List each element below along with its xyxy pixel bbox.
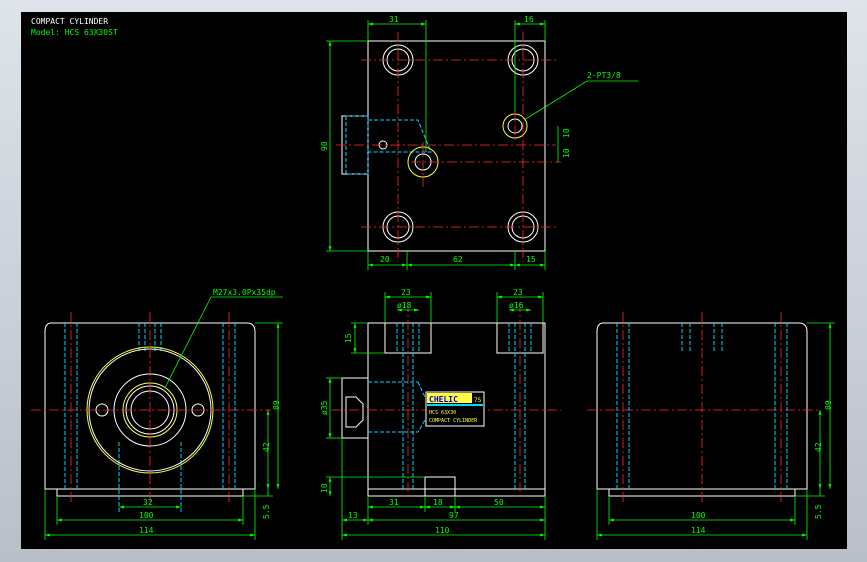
nameplate-brand: CHELIC — [429, 395, 458, 404]
top-view-body — [367, 40, 546, 252]
side-view: CHELIC 75 HCS 63X30 COMPACT CYLINDER 23 … — [320, 288, 561, 540]
drawing-svg: COMPACT CYLINDER Model: HCS 63X30ST 31 1… — [31, 15, 835, 540]
dim-side-10: 10 — [320, 483, 329, 493]
dim-right-114: 114 — [691, 526, 706, 535]
dim-side-d16: ø16 — [509, 301, 524, 310]
dim-side-18: 18 — [433, 498, 443, 507]
model-text: Model: HCS 63X30ST — [31, 28, 118, 37]
dim-bottom-20: 20 — [380, 255, 390, 264]
dim-side-31: 31 — [389, 498, 399, 507]
nameplate-line2: COMPACT CYLINDER — [429, 418, 478, 424]
callout-thread: M27x3.0Px35dp — [213, 288, 276, 297]
dim-top-16: 16 — [524, 15, 534, 24]
dim-side-97: 97 — [449, 511, 459, 520]
dim-side-15: 15 — [344, 333, 353, 343]
dim-right-100: 100 — [691, 511, 706, 520]
left-view: M27x3.0Px35dp 89 42 5.5 32 100 114 — [31, 288, 283, 540]
nameplate: CHELIC 75 HCS 63X30 COMPACT CYLINDER — [425, 391, 485, 427]
dim-side-23b: 23 — [513, 288, 523, 297]
dim-left-5: 5.5 — [262, 504, 271, 519]
dim-side-23a: 23 — [401, 288, 411, 297]
dim-side-d18: ø18 — [397, 301, 412, 310]
dim-right-42: 42 — [814, 442, 823, 452]
nameplate-line1: HCS 63X30 — [429, 410, 456, 416]
dim-bottom-15: 15 — [526, 255, 536, 264]
nameplate-num: 75 — [474, 397, 482, 404]
dim-side-110: 110 — [435, 526, 450, 535]
dim-left-32: 32 — [143, 498, 153, 507]
drawing-canvas[interactable]: COMPACT CYLINDER Model: HCS 63X30ST 31 1… — [21, 12, 847, 549]
dim-left-114: 114 — [139, 526, 154, 535]
cad-window: COMPACT CYLINDER Model: HCS 63X30ST 31 1… — [0, 0, 867, 562]
dim-left-100: 100 — [139, 511, 154, 520]
right-view: 89 42 5.5 100 114 — [587, 312, 835, 540]
dim-top-31: 31 — [389, 15, 399, 24]
top-view: 31 16 90 10 10 20 62 15 2-PT3/8 — [320, 15, 638, 270]
title-text: COMPACT CYLINDER — [31, 17, 108, 26]
dim-left-42: 42 — [262, 442, 271, 452]
dim-right-5: 5.5 — [814, 504, 823, 519]
dim-10b: 10 — [562, 148, 571, 158]
dim-height-90: 90 — [320, 141, 329, 151]
dim-side-13: 13 — [348, 511, 358, 520]
dim-10a: 10 — [562, 128, 571, 138]
dim-bottom-62: 62 — [453, 255, 463, 264]
dim-left-89: 89 — [272, 400, 281, 410]
dim-right-89: 89 — [824, 400, 833, 410]
dim-side-50: 50 — [494, 498, 504, 507]
callout-port: 2-PT3/8 — [587, 71, 621, 80]
dim-side-d35: ø35 — [320, 400, 329, 415]
